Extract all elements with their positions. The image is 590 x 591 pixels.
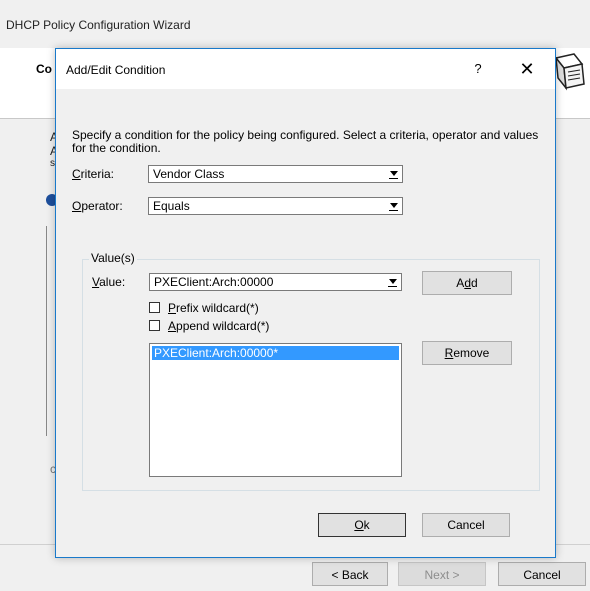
ok-button[interactable]: Ok (318, 513, 406, 537)
prefix-wildcard-checkbox[interactable] (149, 302, 160, 313)
append-wildcard-mnemonic: A (168, 319, 177, 333)
cancel-button[interactable]: Cancel (422, 513, 510, 537)
criteria-value: Vendor Class (153, 167, 225, 181)
next-button[interactable]: Next > (398, 562, 486, 586)
wizard-list-edge (46, 226, 55, 436)
value-combobox[interactable]: PXEClient:Arch:00000 (149, 273, 402, 291)
remove-button-text: emove (453, 346, 490, 360)
ok-button-text: k (363, 518, 370, 532)
add-button[interactable]: Add (422, 271, 512, 295)
values-group-legend: Value(s) (89, 251, 137, 265)
help-icon[interactable]: ? (468, 59, 488, 79)
back-button[interactable]: < Back (312, 562, 388, 586)
add-edit-condition-dialog: Add/Edit Condition ? ✕ Specify a conditi… (55, 48, 556, 558)
operator-label-mnemonic: O (72, 199, 82, 213)
add-button-text: d (471, 276, 478, 290)
dialog-title: Add/Edit Condition (66, 63, 166, 77)
values-listbox[interactable]: PXEClient:Arch:00000* (149, 343, 402, 477)
value-label: Value: (92, 275, 125, 289)
append-wildcard-label[interactable]: Append wildcard(*) (168, 319, 269, 333)
chevron-down-icon[interactable] (385, 275, 400, 289)
chevron-down-icon[interactable] (386, 167, 401, 181)
instructions-text: Specify a condition for the policy being… (72, 128, 539, 155)
append-wildcard-text: ppend wildcard(*) (176, 319, 270, 333)
list-item[interactable]: PXEClient:Arch:00000* (152, 346, 399, 360)
chevron-down-icon[interactable] (386, 199, 401, 213)
operator-dropdown[interactable]: Equals (148, 197, 403, 215)
criteria-label-text: riteria: (80, 167, 115, 181)
add-button-mnemonic: d (464, 276, 471, 290)
criteria-dropdown[interactable]: Vendor Class (148, 165, 403, 183)
value-input[interactable]: PXEClient:Arch:00000 (154, 275, 273, 290)
wizard-heading-fragment: Co (36, 62, 52, 76)
criteria-label-mnemonic: C (72, 167, 81, 181)
prefix-wildcard-text: refix wildcard(*) (176, 301, 259, 315)
wizard-logo-icon (552, 52, 586, 92)
ok-button-mnemonic: O (354, 518, 364, 532)
operator-label-text: perator: (81, 199, 123, 213)
remove-button-mnemonic: R (444, 346, 454, 360)
close-icon[interactable]: ✕ (514, 57, 540, 81)
append-wildcard-checkbox[interactable] (149, 320, 160, 331)
remove-button[interactable]: Remove (422, 341, 512, 365)
prefix-wildcard-label[interactable]: Prefix wildcard(*) (168, 301, 259, 315)
wizard-title: DHCP Policy Configuration Wizard (6, 18, 191, 32)
criteria-label: Criteria: (72, 167, 114, 181)
value-label-text: alue: (99, 275, 126, 289)
operator-label: Operator: (72, 199, 123, 213)
prefix-wildcard-mnemonic: P (168, 301, 177, 315)
wizard-cancel-button[interactable]: Cancel (498, 562, 586, 586)
operator-value: Equals (153, 199, 190, 213)
